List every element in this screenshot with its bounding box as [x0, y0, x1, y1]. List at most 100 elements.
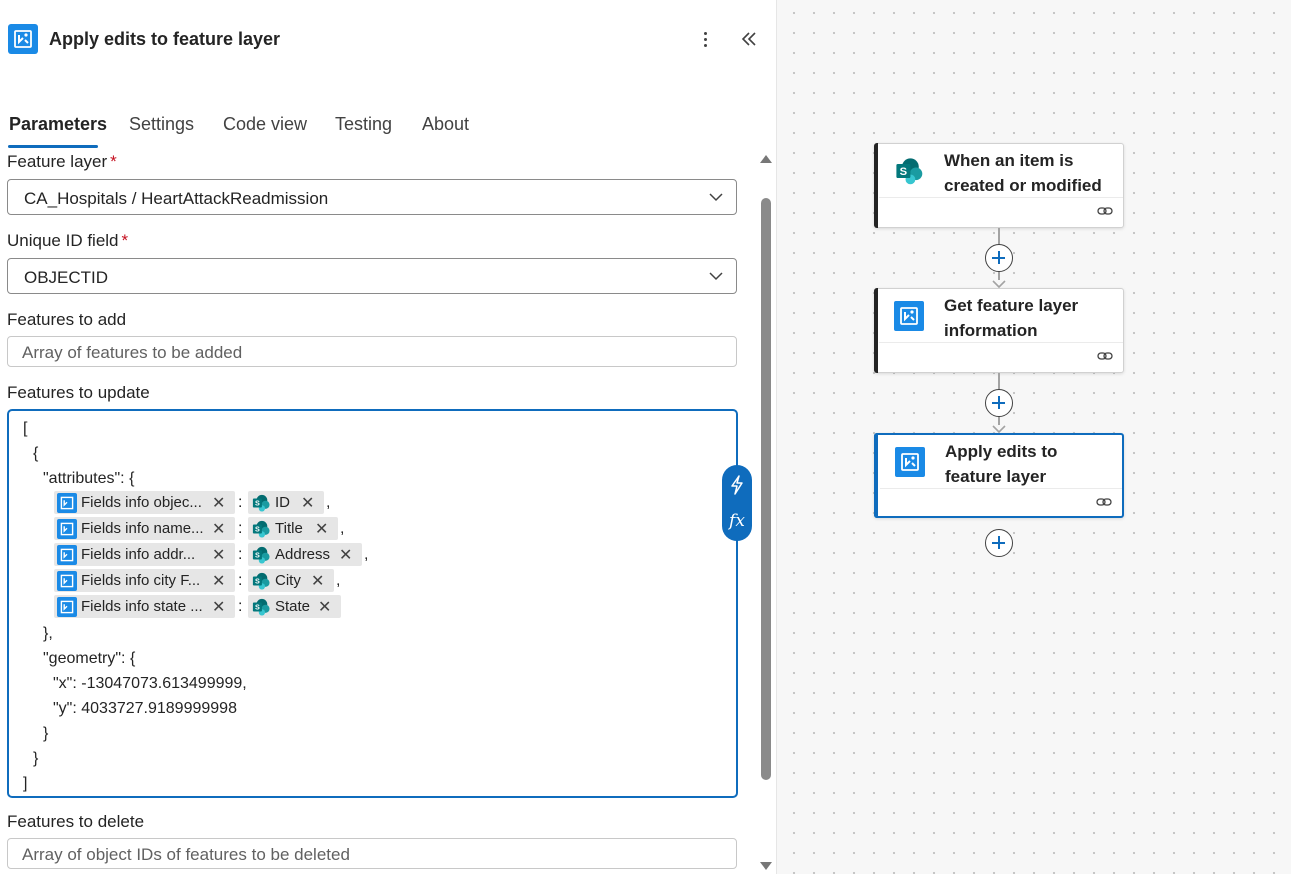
collapse-panel-button[interactable] — [737, 26, 761, 52]
svg-text:S: S — [255, 576, 260, 585]
lightning-icon — [731, 475, 743, 495]
remove-token-icon[interactable]: ✕ — [339, 545, 352, 565]
tab-list: Parameters Settings Code view Testing Ab… — [0, 110, 776, 150]
dynamic-token-fields-state[interactable]: Fields info state ... ✕ — [54, 595, 235, 618]
code-line: "y": 4033727.9189999998 — [53, 700, 237, 717]
feature-layer-value: CA_Hospitals / HeartAttackReadmission — [24, 189, 329, 208]
card-accent — [874, 288, 878, 373]
arcgis-connector-icon — [57, 492, 77, 513]
sharepoint-icon: S — [251, 519, 271, 539]
tab-settings[interactable]: Settings — [129, 114, 194, 145]
sharepoint-icon: S — [251, 493, 271, 513]
arcgis-connector-icon — [57, 570, 77, 591]
features-to-update-editor[interactable]: [ { "attributes": { Fields info objec...… — [7, 409, 738, 798]
scroll-down-arrow[interactable] — [760, 862, 772, 870]
add-action-button[interactable] — [985, 244, 1013, 272]
dynamic-token-fields-name[interactable]: Fields info name... ✕ — [54, 517, 235, 540]
flow-card-get-layer-info[interactable]: Get feature layer information — [874, 288, 1124, 373]
card-accent — [874, 433, 878, 518]
tab-testing[interactable]: Testing — [335, 114, 392, 145]
features-to-delete-placeholder: Array of object IDs of features to be de… — [22, 845, 350, 864]
svg-text:S: S — [255, 498, 260, 507]
card-title: Apply edits to feature layer — [945, 442, 1058, 486]
dynamic-token-state[interactable]: S State ✕ — [248, 595, 341, 618]
card-divider — [879, 342, 1123, 343]
insert-expression-button[interactable]: fx — [722, 503, 752, 539]
token-label: Address — [275, 546, 331, 563]
code-line: { — [33, 445, 39, 462]
svg-text:S: S — [255, 524, 260, 533]
token-label: Fields info objec... — [81, 494, 202, 511]
remove-token-icon[interactable]: ✕ — [212, 597, 225, 617]
dynamic-token-address[interactable]: S Address ✕ — [248, 543, 362, 566]
svg-text:S: S — [255, 550, 260, 559]
dynamic-token-id[interactable]: S ID ✕ — [248, 491, 324, 514]
code-line: }, — [43, 625, 53, 642]
remove-token-icon[interactable]: ✕ — [301, 493, 314, 513]
features-to-update-label: Features to update — [7, 383, 150, 402]
unique-id-select[interactable]: OBJECTID — [7, 258, 737, 294]
active-tab-indicator — [8, 145, 98, 148]
remove-token-icon[interactable]: ✕ — [311, 571, 324, 591]
sharepoint-icon: S — [894, 156, 924, 186]
tab-parameters[interactable]: Parameters — [9, 114, 107, 145]
more-options-button[interactable] — [693, 26, 717, 52]
expression-toolbar: fx — [722, 465, 752, 541]
remove-token-icon[interactable]: ✕ — [318, 597, 331, 617]
code-sep: , — [326, 494, 331, 511]
feature-layer-label: Feature layer * — [7, 152, 117, 171]
code-sep: , — [340, 520, 345, 537]
token-label: Fields info addr... — [81, 546, 196, 563]
arcgis-connector-icon — [8, 24, 38, 54]
remove-token-icon[interactable]: ✕ — [212, 493, 225, 513]
code-line: [ — [23, 420, 28, 437]
panel-header: Apply edits to feature layer — [0, 0, 776, 80]
add-action-button[interactable] — [985, 529, 1013, 557]
card-divider — [880, 488, 1122, 489]
card-title: When an item is created or modified — [944, 151, 1102, 195]
add-action-button[interactable] — [985, 389, 1013, 417]
dynamic-token-fields-objectid[interactable]: Fields info objec... ✕ — [54, 491, 235, 514]
svg-text:S: S — [255, 602, 260, 611]
dynamic-token-title[interactable]: S Title ✕ — [248, 517, 338, 540]
code-sep: : — [238, 598, 243, 615]
features-to-add-input[interactable]: Array of features to be added — [7, 336, 737, 367]
tab-about[interactable]: About — [422, 114, 469, 145]
unique-id-value: OBJECTID — [24, 268, 109, 287]
code-sep: , — [336, 572, 341, 589]
token-label: ID — [275, 494, 290, 511]
flow-card-trigger[interactable]: S When an item is created or modified — [874, 143, 1124, 228]
scrollbar-thumb[interactable] — [761, 198, 771, 780]
sharepoint-icon: S — [251, 545, 271, 565]
flow-card-apply-edits[interactable]: Apply edits to feature layer — [874, 433, 1124, 518]
dynamic-token-city[interactable]: S City ✕ — [248, 569, 334, 592]
token-label: Fields info city F... — [81, 572, 201, 589]
code-line: } — [33, 750, 39, 767]
insert-dynamic-content-button[interactable] — [722, 467, 752, 503]
unique-id-label: Unique ID field * — [7, 231, 129, 250]
panel-title: Apply edits to feature layer — [49, 29, 281, 49]
fx-icon: fx — [729, 511, 745, 531]
tab-code-view[interactable]: Code view — [223, 114, 307, 145]
remove-token-icon[interactable]: ✕ — [212, 571, 225, 591]
code-line: "x": -13047073.613499999, — [53, 675, 247, 692]
features-to-add-placeholder: Array of features to be added — [22, 343, 243, 362]
code-sep: : — [238, 546, 243, 563]
arcgis-connector-icon — [57, 544, 77, 565]
connector-arrow-icon — [992, 425, 1006, 433]
code-line: ] — [23, 775, 28, 792]
code-sep: , — [364, 546, 369, 563]
feature-layer-select[interactable]: CA_Hospitals / HeartAttackReadmission — [7, 179, 737, 215]
dynamic-token-fields-city[interactable]: Fields info city F... ✕ — [54, 569, 235, 592]
scroll-up-arrow[interactable] — [760, 155, 772, 163]
svg-text:S: S — [900, 166, 908, 178]
remove-token-icon[interactable]: ✕ — [212, 545, 225, 565]
remove-token-icon[interactable]: ✕ — [212, 519, 225, 539]
remove-token-icon[interactable]: ✕ — [315, 519, 328, 539]
flow-canvas[interactable]: S When an item is created or modified Ge… — [777, 0, 1291, 874]
token-label: City — [275, 572, 301, 589]
dynamic-token-fields-address[interactable]: Fields info addr... ✕ — [54, 543, 235, 566]
features-to-delete-input[interactable]: Array of object IDs of features to be de… — [7, 838, 737, 869]
token-label: Fields info name... — [81, 520, 204, 537]
sharepoint-icon: S — [251, 597, 271, 617]
